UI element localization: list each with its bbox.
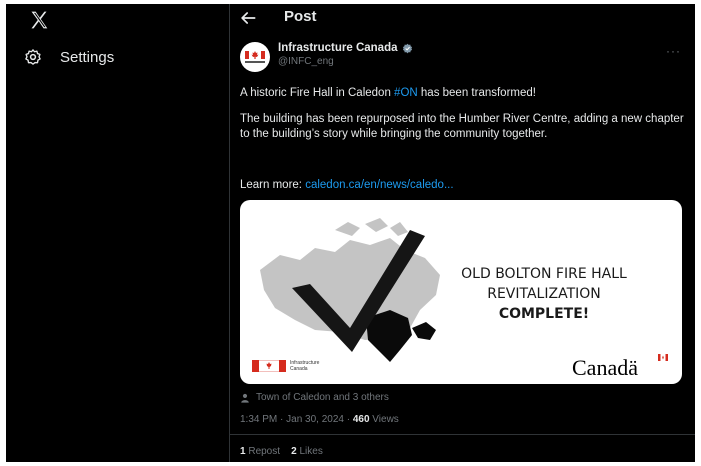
media-headline: OLD BOLTON FIRE HALL REVITALIZATION COMP… bbox=[454, 264, 634, 324]
tweet-text-line1: A historic Fire Hall in Caledon #ON has … bbox=[240, 86, 685, 101]
learn-more-label: Learn more: bbox=[240, 179, 306, 191]
author-handle[interactable]: @INFC_eng bbox=[278, 56, 413, 67]
media-headline-line3: COMPLETE! bbox=[498, 306, 590, 322]
timestamp[interactable]: 1:34 PM · Jan 30, 2024 · bbox=[240, 414, 353, 425]
sidebar: Settings bbox=[6, 4, 229, 462]
learn-more-line: Learn more: caledon.ca/en/news/caledo... bbox=[240, 178, 685, 193]
views-label: Views bbox=[369, 414, 399, 425]
infc-logo: Infrastructure Canada bbox=[252, 360, 319, 372]
sidebar-item-settings[interactable]: Settings bbox=[24, 48, 114, 66]
gear-icon bbox=[25, 49, 41, 65]
more-options-icon[interactable]: ··· bbox=[666, 44, 681, 58]
main-column: Post Infrastructure Canada @INFC_eng ···… bbox=[230, 4, 695, 462]
tagged-users[interactable]: Town of Caledon and 3 others bbox=[240, 392, 389, 403]
tweet-text: A historic Fire Hall in Caledon bbox=[240, 87, 395, 99]
x-logo-icon[interactable] bbox=[28, 10, 50, 30]
author-name[interactable]: Infrastructure Canada bbox=[278, 42, 398, 54]
back-arrow-icon[interactable] bbox=[238, 8, 258, 28]
sidebar-item-label: Settings bbox=[60, 48, 115, 66]
hashtag-link[interactable]: #ON bbox=[394, 87, 418, 99]
media-image[interactable]: OLD BOLTON FIRE HALL REVITALIZATION COMP… bbox=[240, 200, 682, 384]
tweet-paragraph: The building has been repurposed into th… bbox=[240, 113, 684, 140]
post-header: Post bbox=[230, 4, 695, 34]
avatar[interactable] bbox=[240, 42, 270, 72]
divider bbox=[230, 434, 695, 435]
author-row: Infrastructure Canada @INFC_eng bbox=[240, 42, 413, 72]
wordmark-flag-icon bbox=[658, 354, 668, 361]
tagged-text: Town of Caledon and 3 others bbox=[256, 392, 389, 403]
views-count: 460 bbox=[352, 414, 370, 425]
likes-label: Likes bbox=[296, 446, 323, 457]
logo-text: Canada bbox=[290, 366, 308, 372]
post-timestamp: 1:34 PM · Jan 30, 2024 · 460 Views bbox=[240, 414, 399, 425]
app-window: Settings Post Infrastructure Canada @INF… bbox=[6, 4, 695, 462]
likes-stat[interactable]: 2 Likes bbox=[291, 446, 323, 457]
canada-flag-icon bbox=[245, 51, 265, 63]
reposts-label: Repost bbox=[245, 446, 281, 457]
verified-badge-icon bbox=[402, 43, 412, 53]
media-headline-line2: REVITALIZATION bbox=[487, 286, 601, 302]
engagement-stats: 1 Repost 2 Likes bbox=[240, 446, 323, 457]
person-icon bbox=[241, 393, 249, 403]
article-link[interactable]: caledon.ca/en/news/caledo... bbox=[305, 179, 453, 191]
infc-flag-icon bbox=[252, 360, 286, 372]
canada-wordmark: Canadä bbox=[572, 355, 638, 380]
media-headline-line1: OLD BOLTON FIRE HALL bbox=[461, 266, 627, 282]
tweet-text: has been transformed! bbox=[417, 87, 536, 99]
page-title: Post bbox=[284, 8, 317, 25]
reposts-stat[interactable]: 1 Repost bbox=[240, 446, 280, 457]
